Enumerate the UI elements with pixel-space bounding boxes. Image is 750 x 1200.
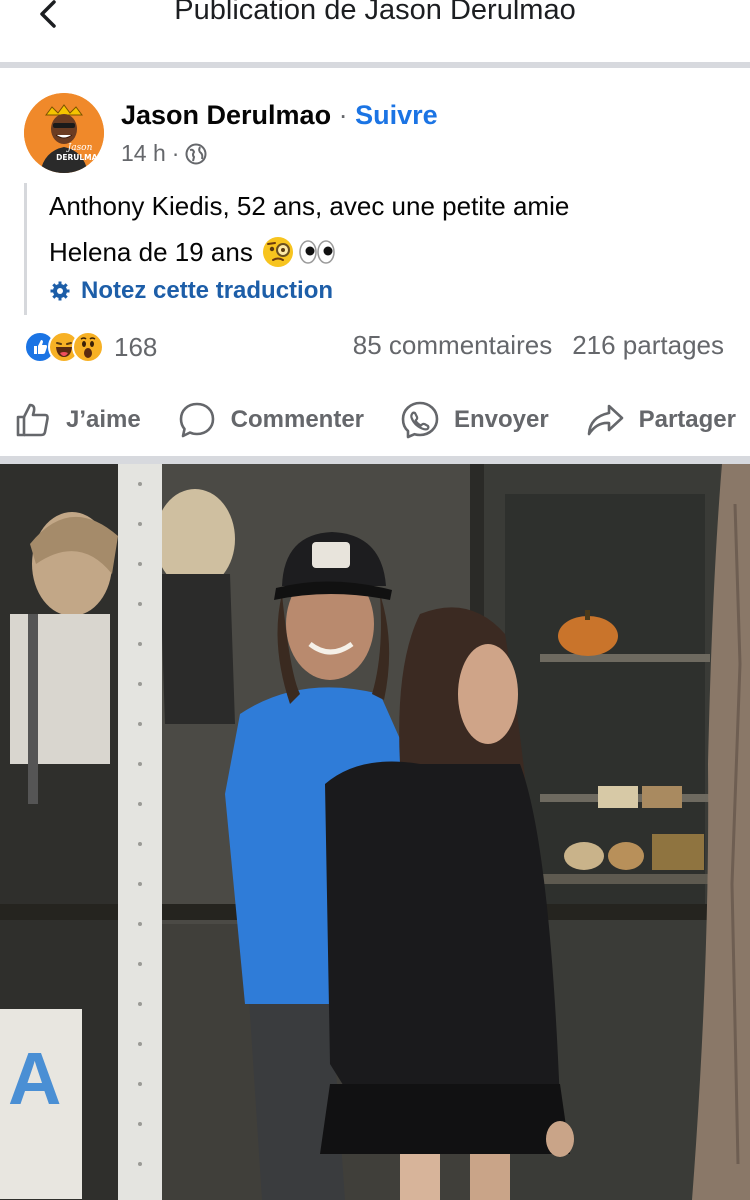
svg-text:A: A xyxy=(8,1037,61,1120)
comment-label: Commenter xyxy=(230,406,365,433)
comment-icon xyxy=(179,402,214,438)
like-button[interactable]: J’aime xyxy=(14,401,141,439)
action-bar: J’aime Commenter Envoyer Partager xyxy=(0,390,750,450)
post-time[interactable]: 14 h xyxy=(121,140,166,167)
post-text: Anthony Kiedis, 52 ans, avec une petite … xyxy=(49,183,724,275)
post-text-line: Anthony Kiedis, 52 ans, avec une petite … xyxy=(49,191,570,221)
comment-button[interactable]: Commenter xyxy=(177,400,364,440)
share-label: Partager xyxy=(638,406,736,433)
post-meta: 14 h · xyxy=(121,140,207,167)
monocle-emoji-icon xyxy=(262,237,293,267)
share-button[interactable]: Partager xyxy=(585,400,736,440)
translate-link[interactable]: Notez cette traduction xyxy=(49,277,333,305)
shares-count[interactable]: 216 partages xyxy=(572,330,724,361)
settings-icon xyxy=(50,281,70,301)
top-bar: Publication de Jason Derulmao xyxy=(0,0,750,64)
messenger-icon xyxy=(401,401,439,439)
send-button[interactable]: Envoyer xyxy=(400,400,549,440)
post-header: Jason DERULMAO Jason Derulmao · Suivre 1… xyxy=(0,68,750,188)
svg-text:Jason: Jason xyxy=(66,143,93,153)
author-name[interactable]: Jason Derulmao xyxy=(121,100,331,130)
svg-text:DERULMAO: DERULMAO xyxy=(56,153,104,162)
divider xyxy=(0,456,750,464)
reaction-count: 168 xyxy=(114,331,158,362)
page-title: Publication de Jason Derulmao xyxy=(174,0,576,26)
globe-icon xyxy=(185,143,207,164)
post-body: Anthony Kiedis, 52 ans, avec une petite … xyxy=(24,183,724,315)
reaction-summary[interactable]: 168 xyxy=(24,330,157,364)
meta-dot: · xyxy=(171,140,180,166)
wow-reaction-icon xyxy=(72,331,104,363)
engagement-stats: 85 commentaires 216 partages xyxy=(353,330,724,361)
follow-button[interactable]: Suivre xyxy=(355,100,438,130)
send-label: Envoyer xyxy=(453,406,549,433)
author-line: Jason Derulmao · Suivre xyxy=(121,100,438,131)
translate-label: Notez cette traduction xyxy=(81,277,334,304)
comments-count[interactable]: 85 commentaires xyxy=(353,330,552,361)
like-label: J’aime xyxy=(66,406,141,433)
avatar[interactable]: Jason DERULMAO xyxy=(24,93,104,173)
share-icon xyxy=(587,404,623,436)
post-photo[interactable]: A xyxy=(0,464,750,1200)
separator-dot: · xyxy=(338,100,348,130)
thumbs-up-icon xyxy=(16,403,49,437)
post-text-line: Helena de 19 ans xyxy=(49,237,253,267)
eyes-emoji-icon xyxy=(299,240,335,264)
